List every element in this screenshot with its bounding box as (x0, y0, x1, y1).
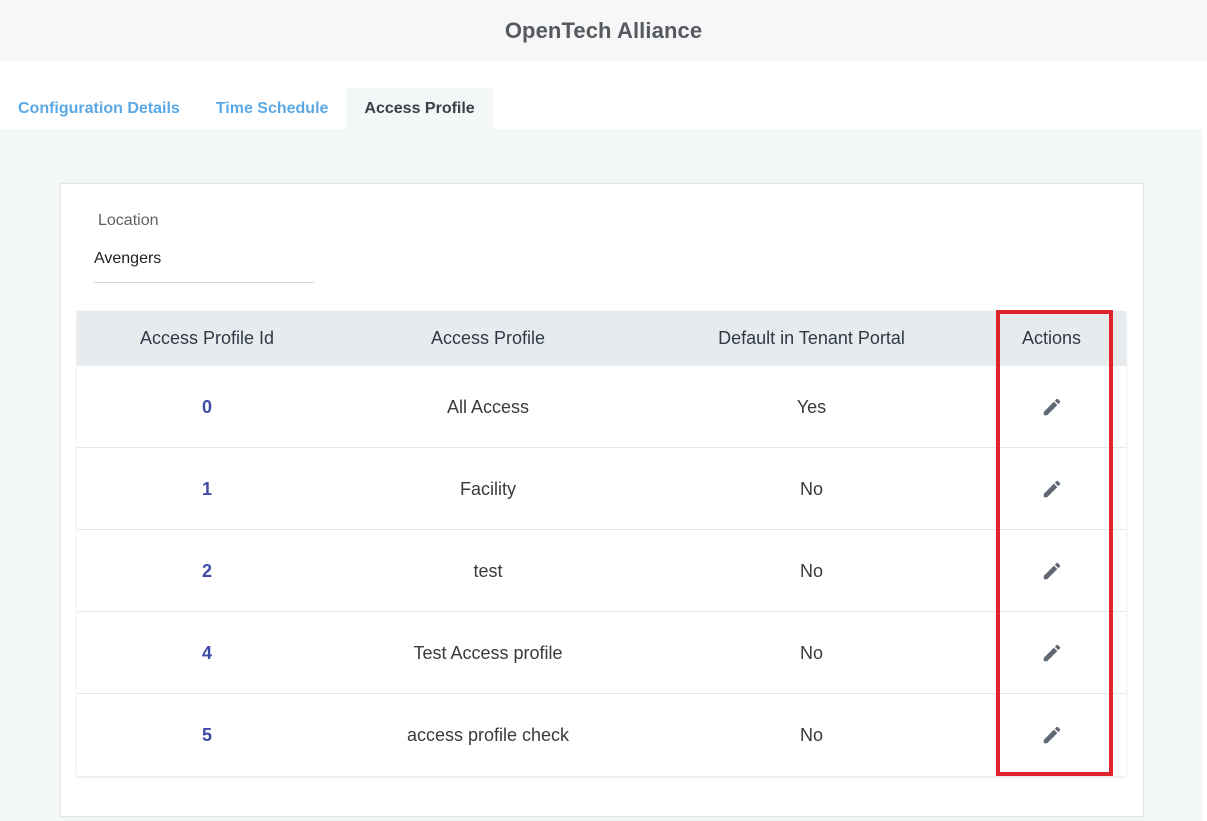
tab-bar: Configuration Details Time Schedule Acce… (0, 88, 493, 129)
column-header-profile: Access Profile (430, 328, 546, 348)
profile-name: test (473, 560, 503, 581)
location-underline (94, 282, 314, 283)
tab-configuration-details[interactable]: Configuration Details (0, 88, 198, 129)
column-header-id: Access Profile Id (139, 328, 275, 348)
actions-cell (997, 366, 1106, 448)
page-title: OpenTech Alliance (504, 17, 703, 43)
pencil-icon (1043, 398, 1060, 416)
profile-name: All Access (446, 396, 530, 417)
table-row: 4 Test Access profile No (77, 612, 1126, 694)
table-row: 2 test No (77, 530, 1126, 612)
table-row: 0 All Access Yes (77, 366, 1126, 448)
pencil-icon (1043, 726, 1060, 744)
profile-name: Test Access profile (413, 642, 563, 663)
default-value: No (799, 724, 823, 745)
pencil-icon (1043, 644, 1060, 662)
profile-id-link[interactable]: 5 (77, 694, 337, 776)
edit-button[interactable] (1038, 557, 1066, 585)
edit-button[interactable] (1038, 639, 1066, 667)
pencil-icon (1043, 480, 1060, 498)
table-row: 5 access profile check No (77, 694, 1126, 776)
pencil-icon (1043, 562, 1060, 580)
column-header-default: Default in Tenant Portal (718, 328, 905, 348)
default-value: No (799, 642, 823, 663)
actions-cell (997, 694, 1106, 776)
profile-name: Facility (459, 478, 516, 499)
location-label: Location (98, 212, 159, 229)
edit-button[interactable] (1038, 393, 1066, 421)
table-header: Access Profile Id Access Profile Default… (77, 311, 1126, 366)
actions-cell (997, 448, 1106, 530)
actions-cell (997, 530, 1106, 612)
tab-access-profile[interactable]: Access Profile (346, 88, 493, 129)
profile-id-link[interactable]: 4 (77, 612, 337, 694)
profile-id-link[interactable]: 0 (77, 366, 337, 448)
default-value: No (799, 560, 823, 581)
table-row: 1 Facility No (77, 448, 1126, 530)
location-field[interactable]: Avengers (94, 250, 161, 268)
profile-id-link[interactable]: 1 (77, 448, 337, 530)
edit-button[interactable] (1038, 721, 1066, 749)
access-profile-table: Access Profile Id Access Profile Default… (77, 311, 1126, 776)
column-header-actions: Actions (1021, 328, 1082, 348)
actions-cell (997, 612, 1106, 694)
profile-id-link[interactable]: 2 (77, 530, 337, 612)
default-value: Yes (796, 396, 827, 417)
edit-button[interactable] (1038, 475, 1066, 503)
tab-time-schedule[interactable]: Time Schedule (198, 88, 347, 129)
profile-name: access profile check (406, 724, 570, 745)
default-value: No (799, 478, 823, 499)
app-header: OpenTech Alliance (0, 0, 1207, 61)
